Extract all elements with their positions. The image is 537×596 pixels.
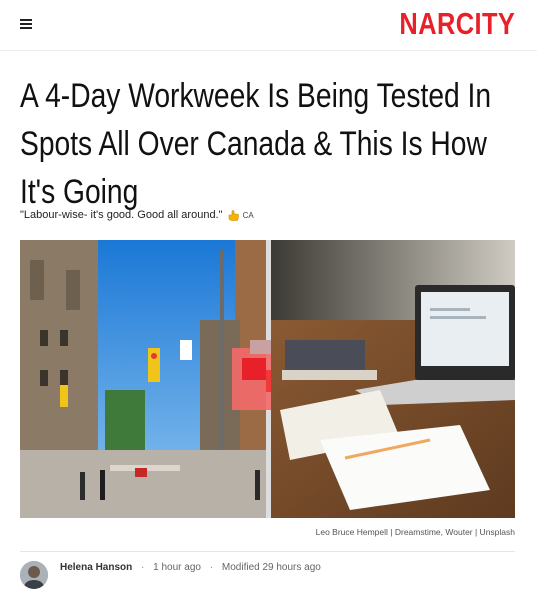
pointing-hand-icon xyxy=(228,209,239,221)
byline-divider xyxy=(20,551,515,552)
top-nav-bar: NARCITY xyxy=(0,0,537,51)
region-code: CA xyxy=(242,211,254,220)
photo-credit: Leo Bruce Hempell | Dreamstime, Wouter |… xyxy=(315,527,515,537)
hamburger-menu-icon[interactable] xyxy=(18,16,36,32)
article-subtitle: "Labour-wise- it's good. Good all around… xyxy=(20,209,254,221)
article-hero-image xyxy=(20,240,515,518)
author-name[interactable]: Helena Hanson xyxy=(60,562,132,573)
separator-dot: · xyxy=(209,562,214,573)
author-avatar[interactable] xyxy=(20,561,48,589)
article-title: A 4-Day Workweek Is Being Tested In Spot… xyxy=(20,77,492,211)
narcity-logo[interactable]: NARCITY xyxy=(399,6,515,42)
subtitle-text: "Labour-wise- it's good. Good all around… xyxy=(20,209,223,221)
published-time: 1 hour ago xyxy=(153,562,201,573)
hero-photo-collage xyxy=(20,240,515,518)
modified-time: Modified 29 hours ago xyxy=(221,562,321,573)
byline: Helena Hanson · 1 hour ago · Modified 29… xyxy=(20,559,515,589)
byline-meta: Helena Hanson · 1 hour ago · Modified 29… xyxy=(60,562,321,573)
separator-dot: · xyxy=(141,562,145,573)
